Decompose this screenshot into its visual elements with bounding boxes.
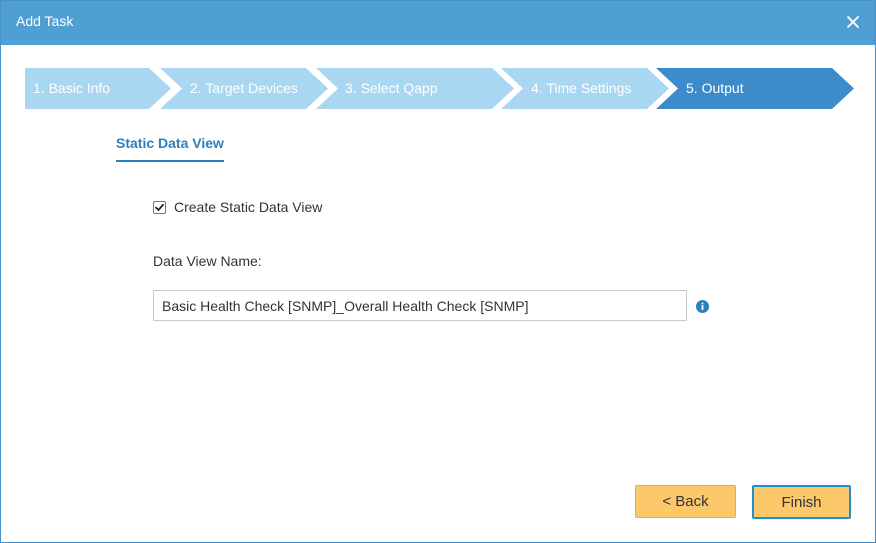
- wizard-steps: 1. Basic Info 2. Target Devices 3. Selec…: [25, 68, 865, 109]
- finish-button[interactable]: Finish: [752, 485, 851, 519]
- step-label: 3. Select Qapp: [345, 80, 438, 96]
- step-label: 1. Basic Info: [33, 80, 111, 96]
- data-view-name-input[interactable]: [153, 290, 687, 321]
- tab-static-data-view[interactable]: Static Data View: [116, 135, 224, 162]
- dialog-titlebar: Add Task: [1, 1, 875, 45]
- step-time-settings[interactable]: 4. Time Settings: [501, 68, 669, 109]
- step-label: 4. Time Settings: [531, 80, 632, 96]
- step-basic-info[interactable]: 1. Basic Info: [25, 68, 171, 109]
- step-select-qapp[interactable]: 3. Select Qapp: [316, 68, 514, 109]
- step-label: 5. Output: [686, 80, 744, 96]
- data-view-name-label: Data View Name:: [153, 253, 262, 269]
- add-task-dialog: Add Task 1. Basic Info 2. Target Devices…: [0, 0, 876, 543]
- create-static-data-view-checkbox[interactable]: [153, 201, 166, 214]
- step-target-devices[interactable]: 2. Target Devices: [160, 68, 328, 109]
- checkbox-label: Create Static Data View: [174, 199, 323, 215]
- step-output[interactable]: 5. Output: [656, 68, 854, 109]
- close-icon[interactable]: [845, 14, 861, 30]
- info-icon[interactable]: [696, 300, 709, 313]
- back-button[interactable]: < Back: [635, 485, 736, 518]
- dialog-title: Add Task: [16, 13, 74, 29]
- step-label: 2. Target Devices: [190, 80, 298, 96]
